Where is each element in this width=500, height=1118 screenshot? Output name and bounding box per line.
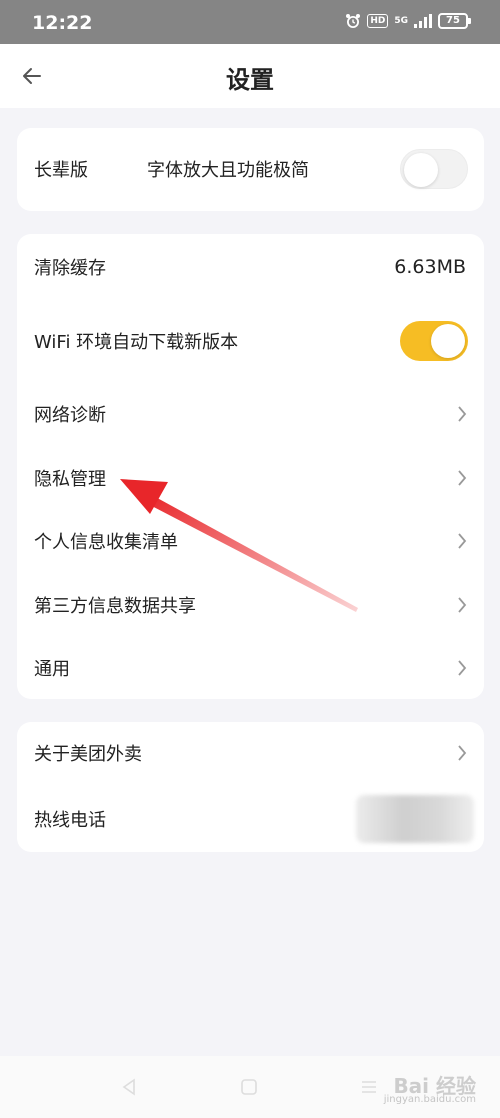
toggle-knob — [431, 324, 465, 358]
nav-home-icon[interactable] — [238, 1076, 260, 1098]
elder-mode-label: 长辈版 — [34, 160, 88, 181]
network-type-icon: 5G — [394, 16, 408, 26]
network-diagnosis-label: 网络诊断 — [34, 405, 106, 426]
toggle-knob — [404, 153, 438, 187]
chevron-right-icon — [458, 406, 467, 422]
about-label: 关于美团外卖 — [34, 744, 142, 765]
page-title: 设置 — [226, 66, 274, 94]
general-label: 通用 — [34, 659, 70, 680]
status-bar: 12:22 HD 5G 75 — [0, 0, 500, 44]
clear-cache-row[interactable]: 清除缓存 6.63MB — [17, 236, 484, 298]
hd-icon: HD — [367, 14, 389, 28]
header: 设置 — [0, 44, 500, 108]
hotline-label: 热线电话 — [34, 810, 106, 831]
status-icons: HD 5G 75 — [345, 13, 471, 29]
about-card: 关于美团外卖 热线电话 — [17, 722, 484, 852]
watermark-url: jingyan.baidu.com — [383, 1094, 476, 1105]
general-row[interactable]: 通用 — [17, 637, 484, 699]
privacy-management-row[interactable]: 隐私管理 — [17, 447, 484, 509]
personal-info-list-label: 个人信息收集清单 — [34, 532, 178, 553]
chevron-right-icon — [458, 470, 467, 486]
blurred-phone-number — [356, 795, 474, 843]
about-row[interactable]: 关于美团外卖 — [17, 722, 484, 784]
status-time: 12:22 — [32, 12, 93, 34]
chevron-right-icon — [458, 745, 467, 761]
battery-icon: 75 — [438, 13, 471, 29]
wifi-auto-download-toggle[interactable] — [400, 321, 468, 361]
wifi-auto-download-label: WiFi 环境自动下载新版本 — [34, 332, 239, 353]
privacy-management-label: 隐私管理 — [34, 469, 106, 490]
signal-icon — [414, 14, 432, 28]
elder-mode-card: 长辈版 字体放大且功能极简 — [17, 128, 484, 211]
elder-mode-description: 字体放大且功能极简 — [147, 160, 309, 181]
chevron-right-icon — [458, 597, 467, 613]
personal-info-list-row[interactable]: 个人信息收集清单 — [17, 510, 484, 572]
third-party-sharing-label: 第三方信息数据共享 — [34, 596, 196, 617]
wifi-auto-download-row: WiFi 环境自动下载新版本 — [17, 310, 484, 372]
nav-menu-icon[interactable] — [358, 1076, 380, 1098]
elder-mode-toggle[interactable] — [400, 149, 468, 189]
chevron-right-icon — [458, 533, 467, 549]
network-diagnosis-row[interactable]: 网络诊断 — [17, 383, 484, 445]
settings-card: 清除缓存 6.63MB WiFi 环境自动下载新版本 网络诊断 隐私管理 个人信… — [17, 234, 484, 699]
chevron-right-icon — [458, 660, 467, 676]
elder-mode-row: 长辈版 字体放大且功能极简 — [17, 138, 484, 200]
nav-back-icon[interactable] — [118, 1076, 140, 1098]
third-party-sharing-row[interactable]: 第三方信息数据共享 — [17, 574, 484, 636]
clear-cache-label: 清除缓存 — [34, 258, 106, 279]
alarm-icon — [346, 14, 361, 28]
cache-size-value: 6.63MB — [394, 256, 466, 278]
hotline-row[interactable]: 热线电话 — [17, 788, 484, 850]
